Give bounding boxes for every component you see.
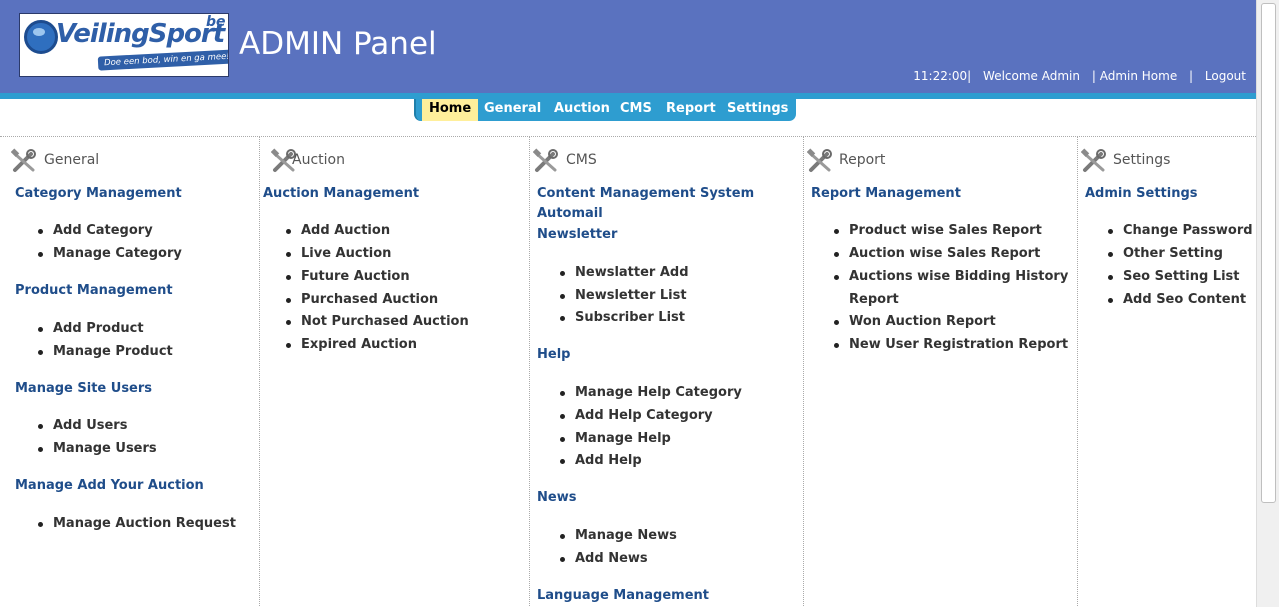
link-newsletter-list[interactable]: Newsletter List: [560, 288, 687, 303]
logo-brand: VeilingSport: [56, 19, 225, 49]
logo-slogan: Doe een bod, win en ga mee!: [97, 49, 228, 71]
separator: |: [967, 69, 972, 83]
logout-link[interactable]: Logout: [1205, 69, 1246, 83]
tab-cms[interactable]: CMS: [620, 99, 652, 121]
link-add-category[interactable]: Add Category: [38, 223, 153, 238]
tools-icon: [11, 148, 36, 172]
link-purchased-auction[interactable]: Purchased Auction: [285, 292, 438, 307]
site-logo[interactable]: VeilingSport be Doe een bod, win en ga m…: [19, 13, 229, 77]
link-add-help[interactable]: Add Help: [560, 453, 642, 468]
link-manage-product[interactable]: Manage Product: [38, 344, 173, 359]
link-product-wise-sales-report[interactable]: Product wise Sales Report: [834, 223, 1042, 238]
link-new-user-registration-report[interactable]: New User Registration Report: [833, 337, 1068, 352]
link-manage-news[interactable]: Manage News: [560, 528, 677, 543]
link-auction-wise-sales-report[interactable]: Auction wise Sales Report: [833, 246, 1040, 261]
link-add-auction[interactable]: Add Auction: [285, 223, 390, 238]
column-report: Report Report Management Product wise Sa…: [804, 137, 1078, 607]
section-category-management[interactable]: Category Management: [15, 186, 182, 201]
top-links: 11:22:00| Welcome Admin | Admin Home | L…: [913, 69, 1246, 83]
column-title: CMS: [566, 152, 597, 168]
column-general: General Category Management Add Category…: [0, 137, 260, 607]
section-help[interactable]: Help: [537, 347, 570, 362]
tab-auction[interactable]: Auction: [554, 99, 610, 121]
admin-home-link[interactable]: Admin Home: [1100, 69, 1178, 83]
section-admin-settings[interactable]: Admin Settings: [1085, 186, 1198, 201]
section-newsletter[interactable]: Newsletter: [537, 227, 617, 242]
section-automail[interactable]: Automail: [537, 206, 603, 221]
section-product-management[interactable]: Product Management: [15, 283, 173, 298]
link-add-users[interactable]: Add Users: [37, 418, 127, 433]
header-bar: VeilingSport be Doe een bod, win en ga m…: [0, 0, 1256, 93]
column-title: Report: [839, 152, 886, 168]
link-auctions-wise-bidding-history-cont[interactable]: Report: [849, 292, 899, 307]
clock-time: 11:22:00: [913, 69, 968, 83]
link-newsletter-add[interactable]: Newslatter Add: [560, 265, 689, 280]
section-news[interactable]: News: [537, 490, 576, 505]
tools-icon: [807, 148, 832, 172]
tools-icon: [1081, 148, 1106, 172]
vertical-scrollbar[interactable]: [1256, 0, 1279, 607]
dashboard-columns: General Category Management Add Category…: [0, 136, 1256, 607]
main-nav: Home General Auction CMS Report Settings: [414, 99, 796, 121]
link-change-password[interactable]: Change Password: [1108, 223, 1253, 238]
column-title: Settings: [1113, 152, 1171, 168]
link-expired-auction[interactable]: Expired Auction: [286, 337, 417, 352]
section-manage-add-your-auction[interactable]: Manage Add Your Auction: [15, 478, 204, 493]
link-not-purchased-auction[interactable]: Not Purchased Auction: [286, 314, 469, 329]
section-content-management-system[interactable]: Content Management System: [537, 186, 754, 201]
tab-general[interactable]: General: [484, 99, 541, 121]
scrollbar-thumb[interactable]: [1261, 3, 1276, 503]
link-add-product[interactable]: Add Product: [38, 321, 144, 336]
link-add-help-category[interactable]: Add Help Category: [560, 408, 713, 423]
section-report-management[interactable]: Report Management: [811, 186, 961, 201]
tools-icon: [533, 148, 558, 172]
page-title: ADMIN Panel: [239, 26, 437, 62]
link-add-seo-content[interactable]: Add Seo Content: [1107, 292, 1246, 307]
column-title: General: [44, 152, 100, 168]
section-auction-management[interactable]: Auction Management: [263, 186, 419, 201]
link-manage-help-category[interactable]: Manage Help Category: [560, 385, 742, 400]
link-manage-users[interactable]: Manage Users: [38, 441, 157, 456]
section-language-management[interactable]: Language Management: [537, 588, 709, 603]
link-manage-auction-request[interactable]: Manage Auction Request: [38, 516, 236, 531]
link-manage-help[interactable]: Manage Help: [560, 431, 671, 446]
section-manage-site-users[interactable]: Manage Site Users: [15, 381, 152, 396]
column-auction: Auction Auction Management Add Auction L…: [260, 137, 530, 607]
separator: |: [1091, 69, 1096, 83]
column-cms: CMS Content Management System Automail N…: [530, 137, 804, 607]
link-add-news[interactable]: Add News: [560, 551, 648, 566]
tab-report[interactable]: Report: [666, 99, 716, 121]
link-other-setting[interactable]: Other Setting: [1108, 246, 1223, 261]
column-settings: Settings Admin Settings Change Password …: [1078, 137, 1256, 607]
welcome-text: Welcome Admin: [983, 69, 1080, 83]
logo-suffix: be: [206, 14, 226, 30]
link-live-auction[interactable]: Live Auction: [285, 246, 391, 261]
link-seo-setting-list[interactable]: Seo Setting List: [1107, 269, 1239, 284]
link-manage-category[interactable]: Manage Category: [38, 246, 182, 261]
link-auctions-wise-bidding-history[interactable]: Auctions wise Bidding History: [833, 269, 1068, 284]
tab-home[interactable]: Home: [422, 99, 479, 121]
admin-page: VeilingSport be Doe een bod, win en ga m…: [0, 0, 1279, 607]
column-title: Auction: [292, 152, 345, 168]
separator: |: [1189, 69, 1194, 83]
ball-icon: [24, 20, 58, 54]
link-won-auction-report[interactable]: Won Auction Report: [834, 314, 996, 329]
link-future-auction[interactable]: Future Auction: [286, 269, 410, 284]
link-subscriber-list[interactable]: Subscriber List: [560, 310, 685, 325]
tab-settings[interactable]: Settings: [727, 99, 788, 121]
